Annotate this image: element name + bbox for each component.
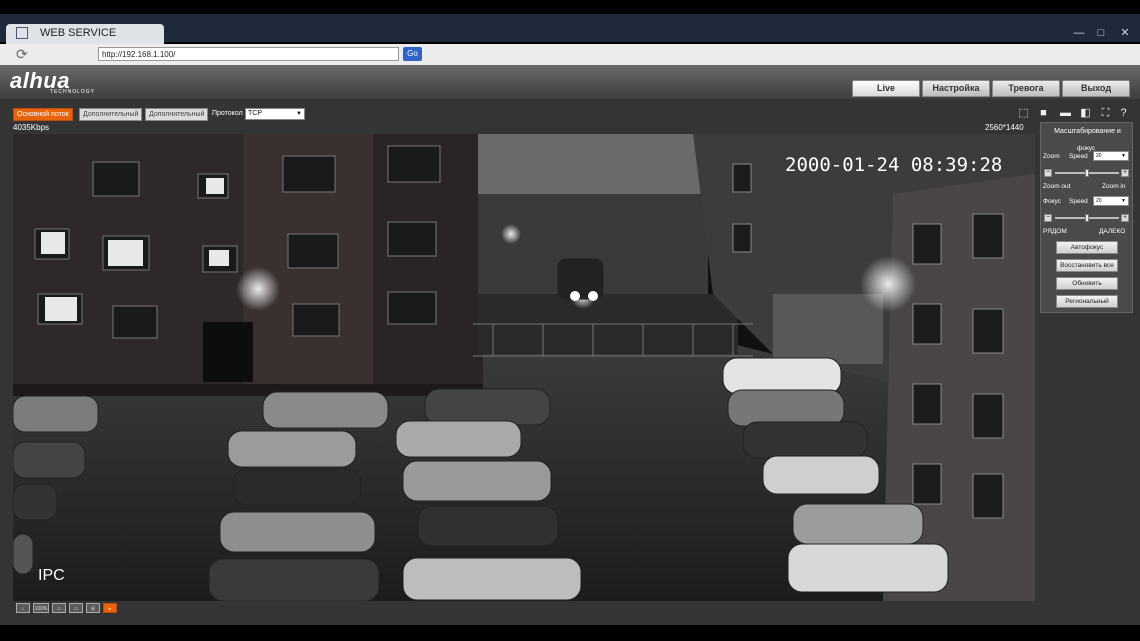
far-label: ДАЛЕКО bbox=[1099, 228, 1126, 235]
refresh-button[interactable]: Обновить bbox=[1056, 277, 1118, 290]
main-stream-button[interactable]: Основной поток bbox=[13, 108, 73, 121]
snapshot-icon[interactable]: ■ bbox=[1036, 107, 1051, 120]
main-area: Основной поток Дополнительный Дополнител… bbox=[0, 99, 1140, 625]
sub-stream-2-button[interactable]: Дополнительный bbox=[145, 108, 209, 121]
ptz-panel: Масштабирование и фокус Zoom Speed 20 ▼ −… bbox=[1040, 122, 1133, 313]
osd-timestamp: 2000-01-24 08:39:28 bbox=[785, 154, 1003, 176]
zoom-minus-button[interactable]: − bbox=[1044, 169, 1052, 177]
zoom-out-label: Zoom out bbox=[1043, 183, 1071, 190]
browser-tab[interactable]: WEB SERVICE bbox=[6, 24, 164, 44]
zoom-in-label: Zoom in bbox=[1102, 183, 1126, 190]
region-zoom-icon[interactable]: ⬚ bbox=[1016, 107, 1031, 120]
focus-speed-label: Speed bbox=[1069, 198, 1088, 205]
zoom-speed-label: Speed bbox=[1069, 153, 1088, 160]
zoom-100-button[interactable]: 100% bbox=[33, 603, 49, 613]
chevron-down-icon: ▼ bbox=[296, 111, 302, 117]
protocol-select[interactable]: TCP ▼ bbox=[245, 108, 305, 120]
zoom-plus-button[interactable]: + bbox=[1121, 169, 1129, 177]
zoom-speed-select[interactable]: 20 ▼ bbox=[1093, 151, 1129, 161]
maximize-button[interactable]: □ bbox=[1092, 26, 1110, 40]
address-bar: ⟳ http://192.168.1.100/ Go bbox=[0, 44, 1140, 66]
sub-stream-1-button[interactable]: Дополнительный bbox=[79, 108, 143, 121]
tab-settings[interactable]: Настройка bbox=[922, 80, 990, 97]
camera-scene bbox=[13, 134, 1035, 601]
osd-channel-label: IPC bbox=[38, 567, 65, 584]
tab-live[interactable]: Live bbox=[852, 80, 920, 97]
chevron-down-icon: ▼ bbox=[1121, 198, 1126, 204]
near-label: РЯДОМ bbox=[1043, 228, 1067, 235]
focus-speed-select[interactable]: 20 ▼ bbox=[1093, 196, 1129, 206]
autofocus-button[interactable]: Автофокус bbox=[1056, 241, 1118, 254]
fullscreen-icon[interactable]: ⛶ bbox=[1098, 107, 1113, 120]
resolution-readout: 2560*1440 bbox=[985, 123, 1024, 132]
fit-window-icon[interactable]: ▭ bbox=[69, 603, 83, 613]
tab-logout[interactable]: Выход bbox=[1062, 80, 1130, 97]
ptz-title: Масштабирование и bbox=[1054, 128, 1121, 135]
logo-subtitle: TECHNOLOGY bbox=[50, 89, 96, 95]
restore-all-button[interactable]: Восстановить все bbox=[1056, 259, 1118, 272]
focus-plus-button[interactable]: + bbox=[1121, 214, 1129, 222]
close-button[interactable]: ✕ bbox=[1116, 26, 1134, 40]
tab-alarm[interactable]: Тревога bbox=[992, 80, 1060, 97]
focus-minus-button[interactable]: − bbox=[1044, 214, 1052, 222]
zoom-speed-value: 20 bbox=[1096, 153, 1102, 159]
play-icon[interactable]: ▸ bbox=[103, 603, 117, 613]
help-icon[interactable]: ? bbox=[1116, 107, 1131, 120]
zoom-slider-thumb[interactable] bbox=[1085, 169, 1089, 177]
focus-speed-value: 20 bbox=[1096, 198, 1102, 204]
app-header: alhua TECHNOLOGY Live Настройка Тревога … bbox=[0, 65, 1140, 99]
url-input[interactable]: http://192.168.1.100/ bbox=[98, 47, 399, 61]
video-record-icon[interactable]: ◧ bbox=[1078, 107, 1093, 120]
tab-title: WEB SERVICE bbox=[40, 27, 117, 39]
tab-window-icon bbox=[16, 27, 28, 39]
focus-slider-thumb[interactable] bbox=[1085, 214, 1089, 222]
home-icon[interactable]: ⌂ bbox=[16, 603, 30, 613]
video-feed[interactable]: 2000-01-24 08:39:28 IPC bbox=[13, 134, 1035, 601]
aspect-ratio-icon[interactable]: ▭ bbox=[52, 603, 66, 613]
refresh-icon[interactable]: ⟳ bbox=[16, 46, 28, 63]
focus-label: Фокус bbox=[1043, 198, 1061, 205]
grid-icon[interactable]: ⊞ bbox=[86, 603, 100, 613]
protocol-label: Протокол bbox=[212, 110, 243, 117]
go-button[interactable]: Go bbox=[403, 47, 422, 61]
window-titlebar: — □ ✕ bbox=[0, 14, 1140, 42]
local-record-icon[interactable]: ▬ bbox=[1058, 107, 1073, 120]
chevron-down-icon: ▼ bbox=[1121, 153, 1126, 159]
minimize-button[interactable]: — bbox=[1070, 26, 1088, 40]
bitrate-readout: 4035Kbps bbox=[13, 123, 50, 132]
protocol-value: TCP bbox=[248, 110, 262, 117]
regional-button[interactable]: Региональный bbox=[1056, 295, 1118, 308]
zoom-label: Zoom bbox=[1043, 153, 1060, 160]
